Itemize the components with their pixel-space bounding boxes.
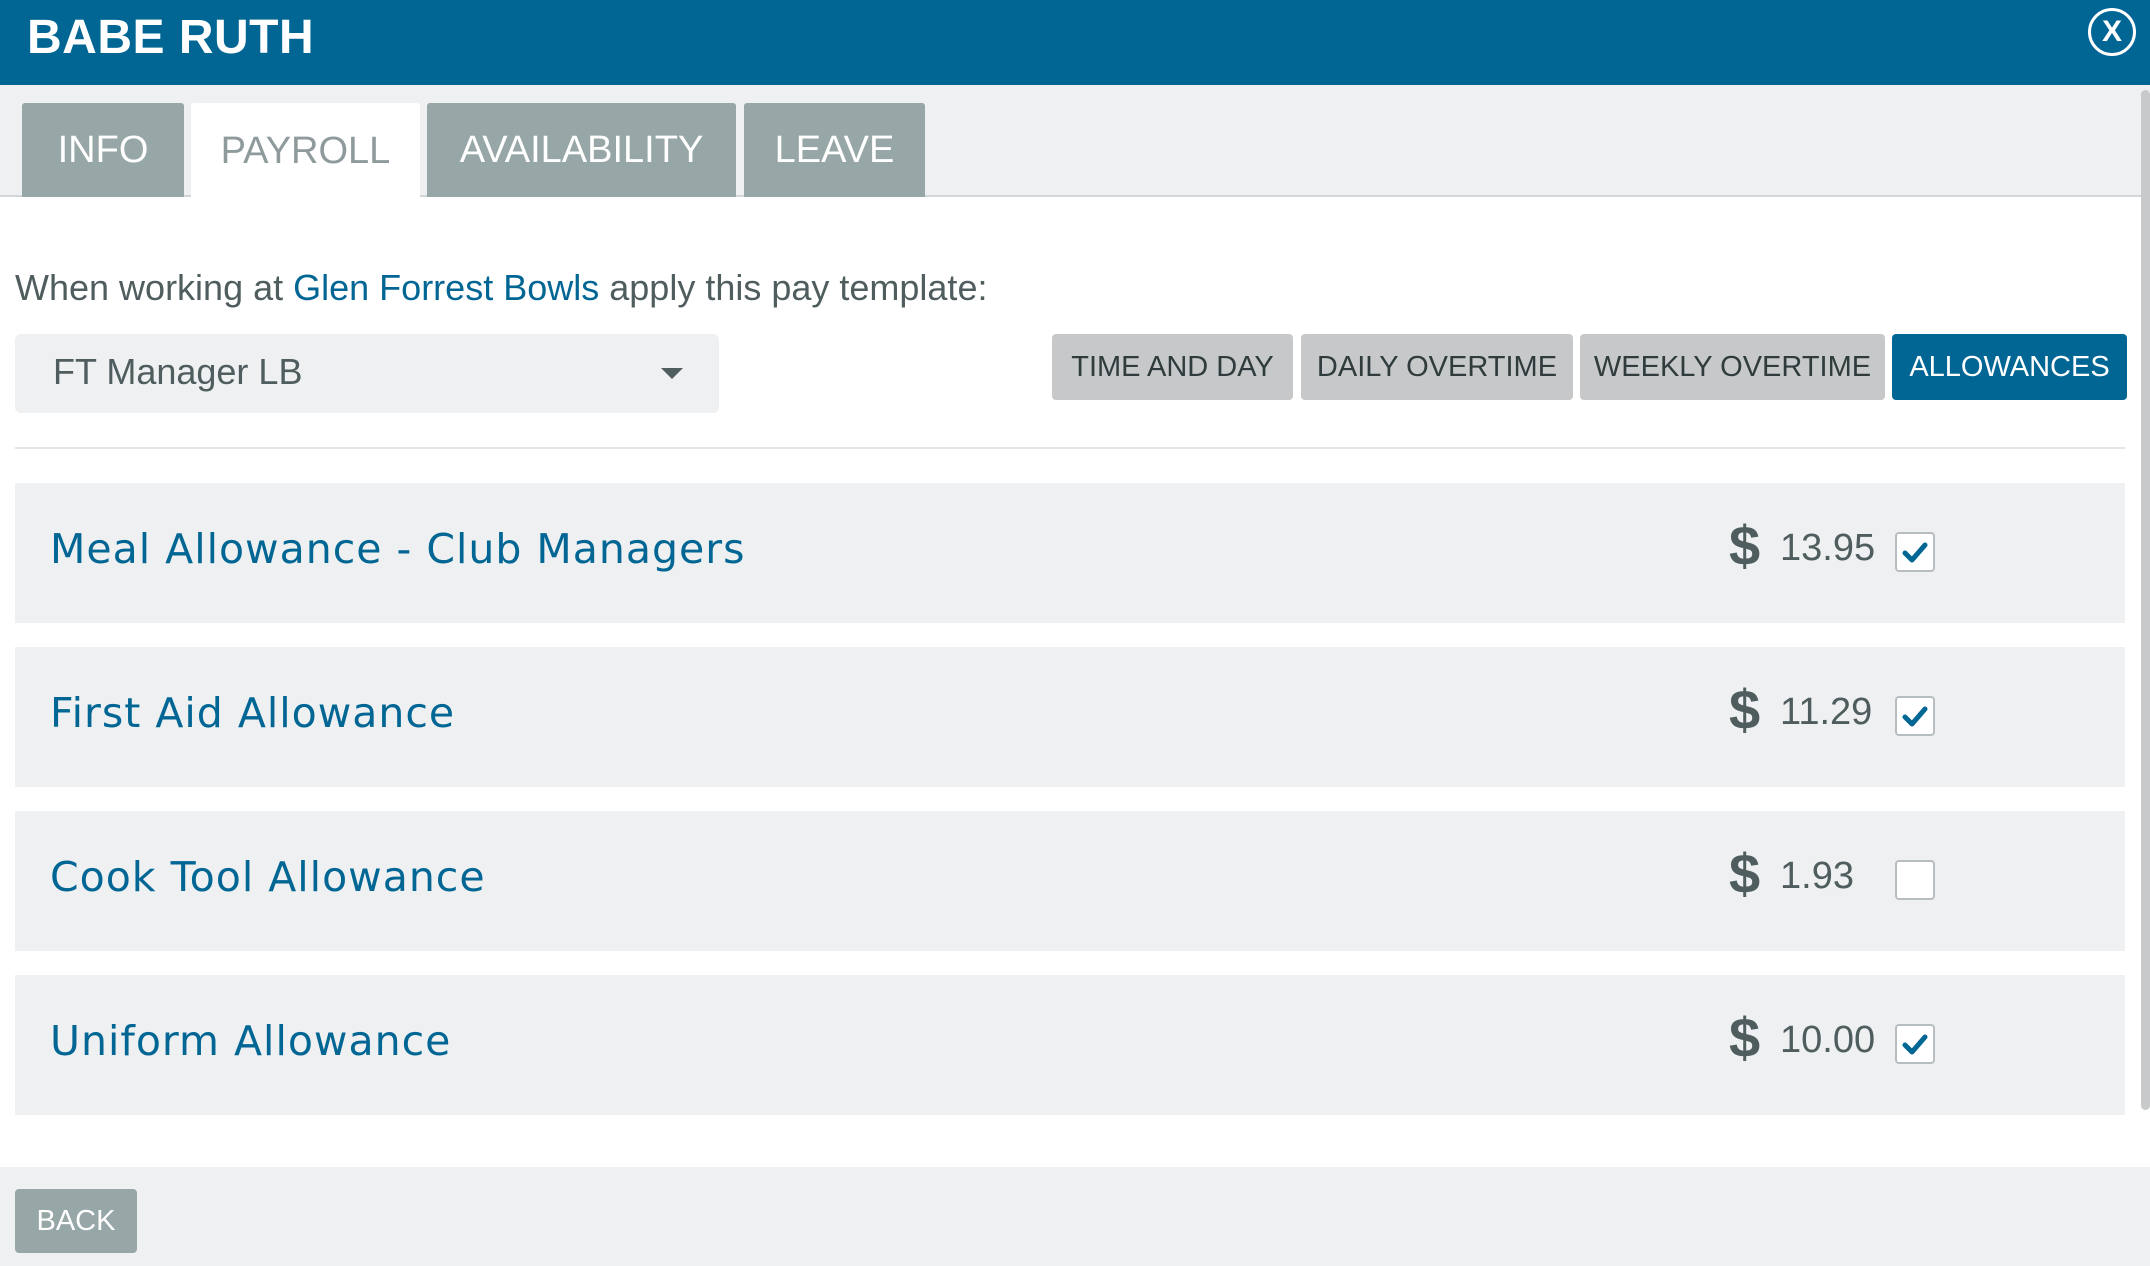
allowance-name: Cook Tool Allowance bbox=[50, 853, 486, 901]
allowance-name: Uniform Allowance bbox=[50, 1017, 452, 1065]
pay-template-select[interactable]: FT Manager LB bbox=[15, 334, 719, 413]
instruction-prefix: When working at bbox=[15, 267, 284, 308]
dollar-icon: $ bbox=[1729, 842, 1761, 905]
pay-template-value: FT Manager LB bbox=[53, 351, 303, 392]
checkmark-icon bbox=[1902, 1034, 1928, 1055]
checkmark-icon bbox=[1902, 706, 1928, 727]
tab-bar: INFO PAYROLL AVAILABILITY LEAVE bbox=[0, 85, 2150, 199]
divider bbox=[15, 447, 2125, 449]
allowance-amount: 13.95 bbox=[1780, 527, 1876, 569]
allowance-checkbox[interactable] bbox=[1895, 532, 1935, 572]
allowance-row: Uniform Allowance $ 10.00 bbox=[15, 975, 2125, 1115]
subtab-weekly-overtime[interactable]: WEEKLY OVERTIME bbox=[1580, 334, 1885, 400]
instruction-suffix: apply this pay template: bbox=[609, 267, 988, 308]
allowance-row: Cook Tool Allowance $ 1.93 bbox=[15, 811, 2125, 951]
allowance-row: First Aid Allowance $ 11.29 bbox=[15, 647, 2125, 787]
tab-leave[interactable]: LEAVE bbox=[744, 103, 925, 197]
allowance-amount: 10.00 bbox=[1780, 1019, 1876, 1061]
dollar-icon: $ bbox=[1729, 1006, 1761, 1069]
tab-payroll[interactable]: PAYROLL bbox=[191, 103, 420, 199]
dollar-icon: $ bbox=[1729, 514, 1761, 577]
payroll-panel: When working at Glen Forrest Bowls apply… bbox=[0, 197, 2140, 1167]
checkmark-icon bbox=[1902, 542, 1928, 563]
allowance-amount: 1.93 bbox=[1780, 855, 1854, 897]
allowance-checkbox[interactable] bbox=[1895, 1024, 1935, 1064]
close-icon: X bbox=[2101, 15, 2122, 48]
scrollbar[interactable] bbox=[2141, 90, 2150, 1110]
dollar-icon: $ bbox=[1729, 678, 1761, 741]
allowance-name: Meal Allowance - Club Managers bbox=[50, 525, 746, 573]
subtab-allowances[interactable]: ALLOWANCES bbox=[1892, 334, 2127, 400]
title-bar: BABE RUTH X bbox=[0, 0, 2150, 85]
tab-info[interactable]: INFO bbox=[22, 103, 184, 197]
allowance-checkbox[interactable] bbox=[1895, 696, 1935, 736]
subtab-daily-overtime[interactable]: DAILY OVERTIME bbox=[1301, 334, 1573, 400]
close-button[interactable]: X bbox=[2088, 8, 2136, 56]
allowance-checkbox[interactable] bbox=[1895, 860, 1935, 900]
allowance-amount: 11.29 bbox=[1780, 691, 1873, 733]
location-name: Glen Forrest Bowls bbox=[293, 267, 600, 308]
chevron-down-icon bbox=[661, 368, 683, 379]
back-button[interactable]: BACK bbox=[15, 1189, 137, 1253]
allowance-name: First Aid Allowance bbox=[50, 689, 456, 737]
allowance-row: Meal Allowance - Club Managers $ 13.95 bbox=[15, 483, 2125, 623]
pay-template-instruction: When working at Glen Forrest Bowls apply… bbox=[15, 267, 987, 309]
subtab-time-and-day[interactable]: TIME AND DAY bbox=[1052, 334, 1293, 400]
employee-name: BABE RUTH bbox=[27, 11, 315, 64]
tab-availability[interactable]: AVAILABILITY bbox=[427, 103, 736, 197]
footer-bar: BACK bbox=[0, 1167, 2150, 1266]
